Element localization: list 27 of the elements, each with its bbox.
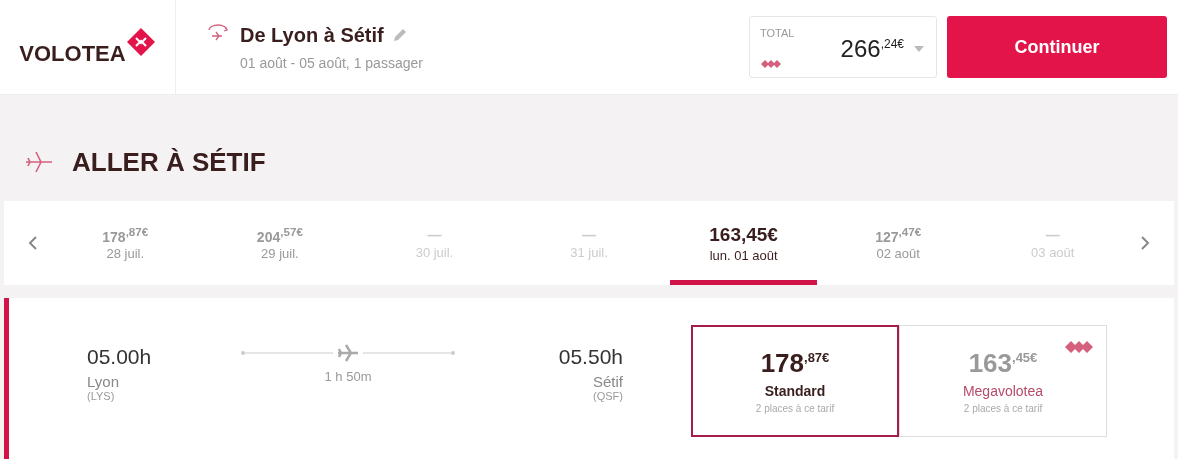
arrival-code: (QSF) — [593, 389, 623, 402]
date-tab[interactable]: 178$^{,87€}$ 28 juil. — [52, 201, 199, 285]
date-tab[interactable]: 127$^{,47€}$ 02 août — [824, 201, 972, 285]
logo-text: VOLOTEA — [19, 41, 126, 67]
arrival-time: 05.50h — [558, 344, 623, 369]
route-title: De Lyon à Sétif — [240, 23, 384, 47]
departure-code: (LYS) — [87, 389, 115, 402]
arrival-city: Sétif — [593, 372, 623, 390]
section-title: ALLER À SÉTIF — [72, 146, 266, 178]
departure-city: Lyon — [87, 372, 120, 390]
chevron-right-icon[interactable] — [1140, 235, 1150, 251]
fare-option[interactable]: 178$^{,87€}$ Standard 2 places à ce tarif — [691, 324, 899, 437]
diamonds-icon — [760, 59, 782, 69]
departure-time: 05.00h — [87, 344, 153, 369]
fare-option[interactable]: 163$^{,45€}$ Megavolotea 2 places à ce tarif — [899, 324, 1107, 437]
diamonds-icon — [1064, 339, 1094, 354]
trip-details: 01 août - 05 août, 1 passager — [240, 54, 423, 71]
flight-duration: 1 h 50m — [324, 368, 372, 384]
total-dropdown[interactable]: TOTAL 266$^{,24€}$ — [749, 16, 937, 78]
plane-icon — [24, 149, 54, 175]
continue-button[interactable]: Continuer — [947, 16, 1167, 78]
pencil-icon[interactable] — [391, 27, 408, 43]
chevron-left-icon[interactable] — [28, 235, 38, 251]
caret-icon — [914, 46, 924, 52]
diamond-logo-icon — [125, 27, 156, 57]
date-tab[interactable]: 204$^{,57€}$ 29 juil. — [206, 201, 354, 285]
date-tab[interactable]: 163,45€ lun. 01 août — [670, 201, 817, 285]
